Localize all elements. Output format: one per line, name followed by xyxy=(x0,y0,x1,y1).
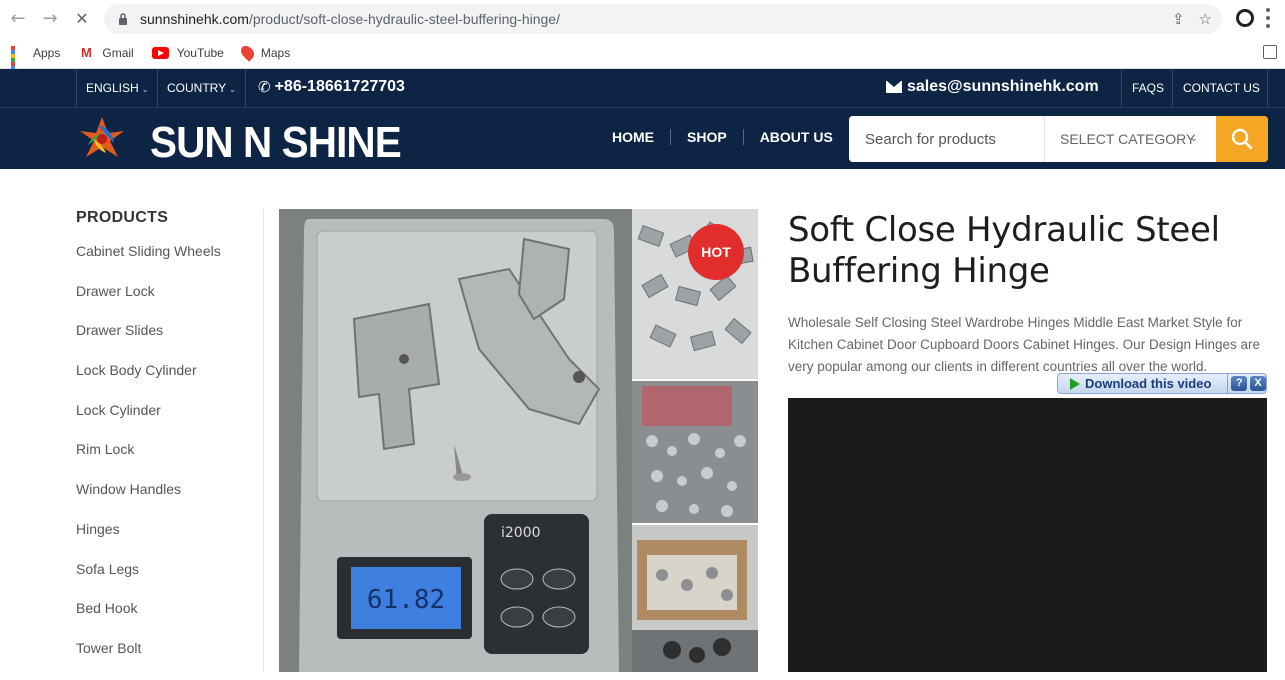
url-text: sunnshinehk.com/product/soft-close-hydra… xyxy=(140,11,560,27)
product-search-input[interactable] xyxy=(849,116,1044,162)
sidebar-item-lock-cylinder[interactable]: Lock Cylinder xyxy=(76,402,264,442)
sidebar-item-sofa-legs[interactable]: Sofa Legs xyxy=(76,561,264,601)
extension-icon[interactable] xyxy=(1236,9,1254,27)
language-selector[interactable]: ENGLISH ⌄ xyxy=(86,81,148,95)
stop-loading-icon[interactable]: ✕ xyxy=(70,7,94,31)
sidebar-item-tower-bolt[interactable]: Tower Bolt xyxy=(76,640,264,680)
email-address: sales@sunnshinehk.com xyxy=(907,78,1099,95)
nav-shop[interactable]: SHOP xyxy=(671,129,744,145)
product-main-image[interactable]: 61.82 i2000 xyxy=(279,209,632,672)
scale-display-value: 61.82 xyxy=(367,585,445,615)
product-search-form: SELECT CATEGORY ⌄ xyxy=(849,116,1268,162)
bookmark-label: YouTube xyxy=(176,45,224,60)
play-icon xyxy=(1070,377,1080,390)
scale-brand: i2000 xyxy=(501,525,541,541)
faqs-link[interactable]: FAQS xyxy=(1132,81,1164,95)
sidebar-divider xyxy=(263,209,264,672)
top-info-bar: ENGLISH ⌄ COUNTRY ⌄ ✆ +86-18661727703 sales… xyxy=(0,69,1285,108)
sun-logo-icon[interactable] xyxy=(76,114,128,164)
site-header: SUN N SHINE HOME SHOP ABOUT US SELECT CA… xyxy=(0,108,1285,169)
category-select-label: SELECT CATEGORY xyxy=(1060,131,1196,147)
site-logo-text[interactable]: SUN N SHINE xyxy=(150,118,402,168)
bookmark-label: Gmail xyxy=(102,45,134,60)
product-thumbnail[interactable] xyxy=(632,525,758,672)
url-domain: sunnshinehk.com xyxy=(140,11,249,27)
bookmark-label: Maps xyxy=(260,45,291,60)
close-button[interactable]: X xyxy=(1250,376,1266,391)
product-thumbnails xyxy=(632,209,758,672)
help-button[interactable]: ? xyxy=(1231,376,1248,391)
nav-about-us[interactable]: ABOUT US xyxy=(744,129,849,145)
country-selector[interactable]: COUNTRY ⌄ xyxy=(167,81,236,95)
main-navigation: HOME SHOP ABOUT US xyxy=(612,129,849,145)
product-gallery: 61.82 i2000 xyxy=(279,209,758,672)
download-video-label: Download this video xyxy=(1085,376,1212,391)
chevron-down-icon: ⌄ xyxy=(1189,133,1198,144)
sidebar-item-cabinet-sliding-wheels[interactable]: Cabinet Sliding Wheels xyxy=(76,243,264,283)
share-icon[interactable]: ⇪ xyxy=(1172,10,1185,28)
back-arrow-icon[interactable]: ← xyxy=(6,7,30,31)
contact-us-link[interactable]: CONTACT US xyxy=(1183,81,1260,95)
bookmark-youtube[interactable]: YouTube xyxy=(151,45,224,60)
product-video[interactable] xyxy=(788,398,1267,672)
category-select[interactable]: SELECT CATEGORY ⌄ xyxy=(1044,116,1216,162)
product-thumbnail[interactable] xyxy=(632,381,758,523)
product-title: Soft Close Hydraulic Steel Buffering Hin… xyxy=(788,210,1220,291)
country-label: COUNTRY xyxy=(167,81,227,95)
sidebar-item-hinges[interactable]: Hinges xyxy=(76,521,264,561)
search-icon xyxy=(1231,128,1253,150)
phone-link[interactable]: ✆ +86-18661727703 xyxy=(258,78,405,96)
sidebar-item-drawer-lock[interactable]: Drawer Lock xyxy=(76,283,264,323)
sidebar-item-rim-lock[interactable]: Rim Lock xyxy=(76,441,264,481)
reading-list-icon[interactable] xyxy=(1263,45,1277,59)
url-path: /product/soft-close-hydraulic-steel-buff… xyxy=(248,11,560,27)
download-video-button[interactable]: Download this video xyxy=(1058,374,1229,393)
product-description: Wholesale Self Closing Steel Wardrobe Hi… xyxy=(788,315,1260,374)
email-link[interactable]: sales@sunnshinehk.com xyxy=(886,78,1099,96)
browser-menu-icon[interactable] xyxy=(1266,8,1270,28)
browser-toolbar: ← → ✕ sunnshinehk.com/product/soft-close… xyxy=(0,0,1285,37)
sidebar-item-window-handles[interactable]: Window Handles xyxy=(76,481,264,521)
bookmarks-bar: Apps M Gmail YouTube Maps xyxy=(0,37,1285,82)
phone-icon: ✆ xyxy=(258,78,271,96)
download-video-bar: Download this video ? X xyxy=(1057,373,1267,394)
envelope-icon xyxy=(886,81,902,93)
search-button[interactable] xyxy=(1216,116,1268,162)
sidebar-title: PRODUCTS xyxy=(76,209,169,226)
gmail-icon: M xyxy=(80,44,92,60)
star-bookmark-icon[interactable]: ☆ xyxy=(1199,10,1212,28)
sidebar-item-lock-body-cylinder[interactable]: Lock Body Cylinder xyxy=(76,362,264,402)
language-label: ENGLISH xyxy=(86,81,139,95)
bookmark-maps[interactable]: Maps xyxy=(238,43,291,62)
hot-badge: HOT xyxy=(688,224,744,280)
sidebar-item-drawer-slides[interactable]: Drawer Slides xyxy=(76,322,264,362)
youtube-icon xyxy=(151,46,169,59)
bookmark-apps[interactable]: Apps xyxy=(11,45,61,82)
address-bar[interactable]: sunnshinehk.com/product/soft-close-hydra… xyxy=(104,4,1222,34)
bookmark-label: Apps xyxy=(33,45,61,60)
chevron-down-icon: ⌄ xyxy=(141,85,149,94)
product-categories-sidebar: PRODUCTS Cabinet Sliding Wheels Drawer L… xyxy=(76,209,264,680)
apps-grid-icon xyxy=(11,45,25,82)
nav-home[interactable]: HOME xyxy=(612,129,671,145)
forward-arrow-icon[interactable]: → xyxy=(38,7,62,31)
sidebar-item-bed-hook[interactable]: Bed Hook xyxy=(76,600,264,640)
lock-icon xyxy=(119,13,127,25)
phone-number: +86-18661727703 xyxy=(274,78,405,95)
chevron-down-icon: ⌄ xyxy=(229,85,236,94)
maps-icon xyxy=(238,43,257,62)
bookmark-gmail[interactable]: M Gmail xyxy=(78,44,134,60)
